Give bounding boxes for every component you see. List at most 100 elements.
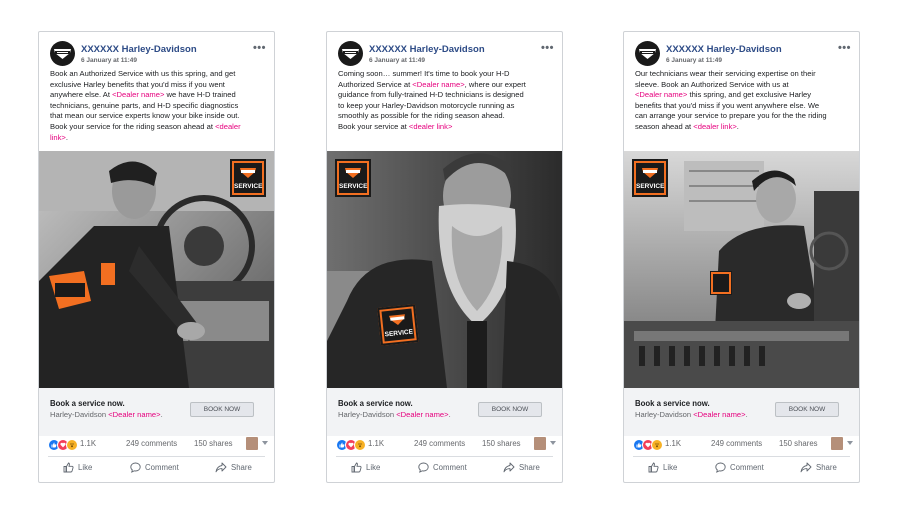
post-actions: Like Comment Share <box>624 458 859 480</box>
wow-reaction-icon <box>66 439 78 451</box>
like-label: Like <box>78 463 93 472</box>
cta-subtitle: Harley-Davidson <Dealer name>. <box>50 410 163 419</box>
post-photo-mechanic[interactable]: SERVICE <box>39 151 274 388</box>
post-photo-bearded-technician[interactable]: SERVICE SERVICE <box>327 151 562 388</box>
shares-count[interactable]: 150 shares <box>482 439 521 448</box>
comment-icon <box>130 462 141 473</box>
post-timestamp[interactable]: 6 January at 11:49 <box>369 57 425 64</box>
post-card-1: XXXXXX Harley-Davidson 6 January at 11:4… <box>38 31 275 483</box>
hd-logo-icon[interactable] <box>50 41 75 66</box>
service-badge: SERVICE <box>632 159 668 197</box>
shares-count[interactable]: 150 shares <box>779 439 818 448</box>
dealer-link[interactable]: <dealer <box>215 122 241 131</box>
post-timestamp[interactable]: 6 January at 11:49 <box>81 57 137 64</box>
text-line: season ahead at <dealer link>. <box>635 121 739 131</box>
book-now-button[interactable]: BOOK NOW <box>775 402 839 417</box>
share-button[interactable]: Share <box>800 462 837 473</box>
post-card-2: XXXXXX Harley-Davidson 6 January at 11:4… <box>326 31 563 483</box>
sleeve-service-patch <box>710 271 732 295</box>
post-header: XXXXXX Harley-Davidson 6 January at 11:4… <box>635 41 851 67</box>
divider <box>336 456 553 457</box>
text-line: that mean our service experts know your … <box>50 111 240 121</box>
reaction-count[interactable]: 1.1K <box>80 439 96 448</box>
comment-button[interactable]: Comment <box>130 462 179 473</box>
shares-count[interactable]: 150 shares <box>194 439 233 448</box>
text-line: Our technicians wear their servicing exp… <box>635 69 816 78</box>
text-line: Authorized Service at <Dealer name>, whe… <box>338 79 526 89</box>
comment-icon <box>418 462 429 473</box>
dealer-link[interactable]: <dealer link> <box>693 122 736 131</box>
hd-logo-icon[interactable] <box>635 41 660 66</box>
page-name[interactable]: XXXXXX Harley-Davidson <box>369 44 485 55</box>
viewer-avatar[interactable] <box>534 437 546 450</box>
dealer-link[interactable]: link> <box>50 133 66 142</box>
reaction-icons[interactable] <box>48 439 78 451</box>
dealer-link[interactable]: <dealer link> <box>409 122 452 131</box>
text-line: technicians, genuine parts, and H-D spec… <box>50 100 239 110</box>
share-label: Share <box>816 463 837 472</box>
cta-title: Book a service now. <box>50 399 125 408</box>
book-now-button[interactable]: BOOK NOW <box>190 402 254 417</box>
wow-reaction-icon <box>354 439 366 451</box>
comment-button[interactable]: Comment <box>418 462 467 473</box>
text-line: Book your service for the riding season … <box>50 121 241 131</box>
like-button[interactable]: Like <box>351 462 380 473</box>
post-photo-workshop-technician[interactable]: SERVICE <box>624 151 859 388</box>
cta-bar: Book a service now. Harley-Davidson <Dea… <box>39 388 274 436</box>
reaction-icons[interactable] <box>633 439 663 451</box>
comments-count[interactable]: 249 comments <box>126 439 177 448</box>
engagement-stats: 1.1K 249 comments 150 shares <box>633 437 853 453</box>
comment-button[interactable]: Comment <box>715 462 764 473</box>
text-line: anywhere else. At <Dealer name> we have … <box>50 90 236 100</box>
like-button[interactable]: Like <box>648 462 677 473</box>
text-line: Book an Authorized Service with us this … <box>50 69 236 78</box>
like-label: Like <box>663 463 678 472</box>
engagement-stats: 1.1K 249 comments 150 shares <box>336 437 556 453</box>
more-options-icon[interactable]: ••• <box>541 43 554 54</box>
post-header: XXXXXX Harley-Davidson 6 January at 11:4… <box>338 41 554 67</box>
text-line: smoothly as possible for the riding seas… <box>338 111 505 121</box>
reaction-icons[interactable] <box>336 439 366 451</box>
like-icon <box>648 462 659 473</box>
share-button[interactable]: Share <box>503 462 540 473</box>
cta-title: Book a service now. <box>635 399 710 408</box>
comment-icon <box>715 462 726 473</box>
post-text: Coming soon… summer! It's time to book y… <box>338 69 556 133</box>
like-button[interactable]: Like <box>63 462 92 473</box>
viewer-avatar[interactable] <box>246 437 258 450</box>
book-now-button[interactable]: BOOK NOW <box>478 402 542 417</box>
post-card-3: XXXXXX Harley-Davidson 6 January at 11:4… <box>623 31 860 483</box>
comment-label: Comment <box>433 463 467 472</box>
dealer-name-tag: <Dealer name> <box>412 79 465 89</box>
dropdown-icon[interactable] <box>262 441 268 445</box>
comment-label: Comment <box>145 463 179 472</box>
text-line: to keep your Harley-Davidson motorcycle … <box>338 100 515 110</box>
hd-logo-icon[interactable] <box>338 41 363 66</box>
page-name[interactable]: XXXXXX Harley-Davidson <box>81 44 197 55</box>
post-actions: Like Comment Share <box>327 458 562 480</box>
like-icon <box>63 462 74 473</box>
post-timestamp[interactable]: 6 January at 11:49 <box>666 57 722 64</box>
post-header: XXXXXX Harley-Davidson 6 January at 11:4… <box>50 41 266 67</box>
comments-count[interactable]: 249 comments <box>414 439 465 448</box>
dropdown-icon[interactable] <box>847 441 853 445</box>
more-options-icon[interactable]: ••• <box>253 43 266 54</box>
like-label: Like <box>366 463 381 472</box>
post-actions: Like Comment Share <box>39 458 274 480</box>
page-name[interactable]: XXXXXX Harley-Davidson <box>666 44 782 55</box>
text-line: Coming soon… summer! It's time to book y… <box>338 69 510 78</box>
more-options-icon[interactable]: ••• <box>838 43 851 54</box>
text-line: can arrange your service to prepare you … <box>635 111 827 121</box>
share-button[interactable]: Share <box>215 462 252 473</box>
dropdown-icon[interactable] <box>550 441 556 445</box>
share-label: Share <box>231 463 252 472</box>
share-icon <box>800 462 812 473</box>
viewer-avatar[interactable] <box>831 437 843 450</box>
reaction-count[interactable]: 1.1K <box>665 439 681 448</box>
comment-label: Comment <box>730 463 764 472</box>
service-badge: SERVICE <box>230 159 266 197</box>
comments-count[interactable]: 249 comments <box>711 439 762 448</box>
dealer-name-tag: <Dealer name> <box>635 90 688 100</box>
service-badge: SERVICE <box>335 159 371 197</box>
reaction-count[interactable]: 1.1K <box>368 439 384 448</box>
